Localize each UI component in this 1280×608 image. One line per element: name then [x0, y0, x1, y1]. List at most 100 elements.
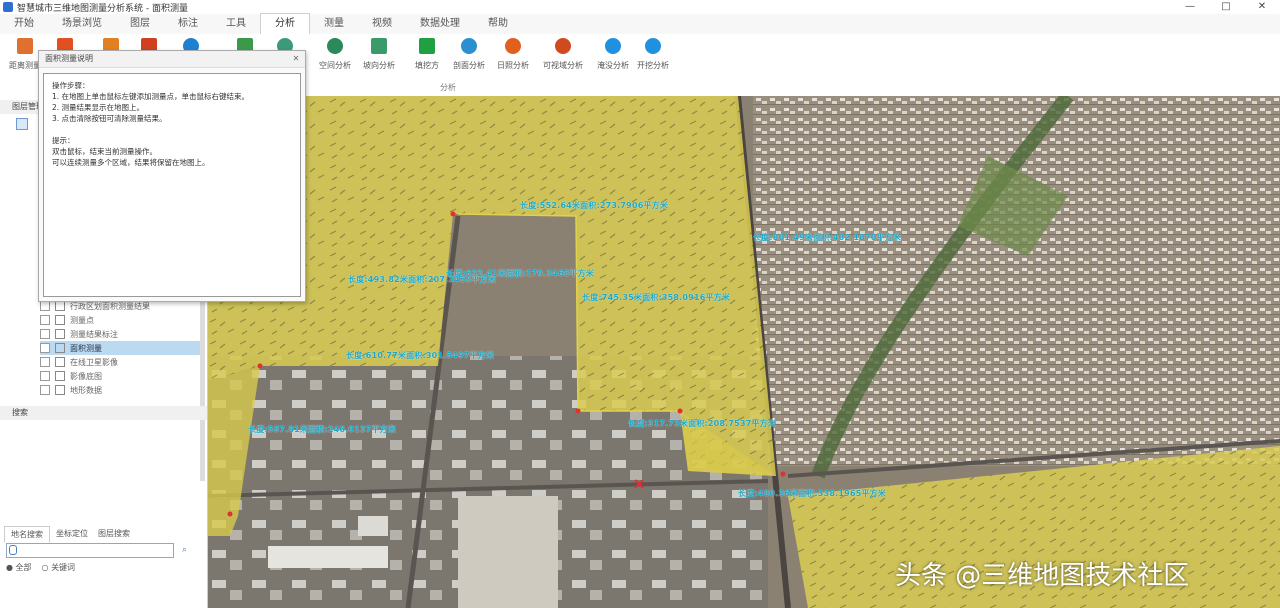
- tab-9[interactable]: 帮助: [474, 14, 522, 34]
- layer-tree-root-icon[interactable]: [16, 118, 28, 130]
- dialog-close-icon[interactable]: ✕: [291, 54, 301, 64]
- ribbon-group-label: 分析: [440, 83, 456, 92]
- dialog-line: 1. 在地图上单击鼠标左键添加测量点，单击鼠标右键结束。: [52, 92, 250, 101]
- tab-3[interactable]: 标注: [164, 14, 212, 34]
- search-input[interactable]: [6, 543, 174, 558]
- tab-2[interactable]: 图层: [116, 14, 164, 34]
- ribbon-button-label: 可视域分析: [543, 61, 583, 70]
- title-bar: 智慧城市三维地图测量分析系统 - 面积测量 — □ ✕: [0, 0, 1280, 14]
- measurement-label: 长度:610.77米面积:301.5497平方米: [346, 351, 495, 360]
- ribbon-button-10[interactable]: 剖面分析: [446, 38, 492, 71]
- layer-checkbox[interactable]: [40, 357, 50, 367]
- layer-item[interactable]: 测量结果标注: [40, 327, 200, 341]
- search-tab-2[interactable]: 图层搜索: [92, 526, 136, 541]
- profile-icon: [461, 38, 477, 54]
- layer-checkbox[interactable]: [40, 343, 50, 353]
- close-button[interactable]: ✕: [1244, 0, 1280, 14]
- layer-icon: [55, 343, 65, 353]
- flood-icon: [605, 38, 621, 54]
- layer-label: 面积测量: [70, 343, 102, 353]
- layer-item[interactable]: 测量点: [40, 313, 200, 327]
- ribbon-button-label: 开挖分析: [637, 61, 669, 70]
- ribbon-button-label: 填挖方: [415, 61, 439, 70]
- layer-icon: [55, 357, 65, 367]
- dialog-line: 双击鼠标，结束当前测量操作。: [52, 147, 157, 156]
- layer-icon: [55, 329, 65, 339]
- layer-icon: [55, 301, 65, 311]
- app-icon: [3, 2, 13, 12]
- ribbon-button-14[interactable]: 开挖分析: [630, 38, 676, 71]
- window-title: 智慧城市三维地图测量分析系统 - 面积测量: [17, 3, 188, 14]
- tab-0[interactable]: 开始: [0, 14, 48, 34]
- dialog-line: 2. 测量结果显示在地图上。: [52, 103, 145, 112]
- ruler-icon: [17, 38, 33, 54]
- ribbon-button-11[interactable]: 日照分析: [490, 38, 536, 71]
- layer-item[interactable]: 影像底图: [40, 369, 200, 383]
- tab-1[interactable]: 场景浏览: [48, 14, 116, 34]
- layer-icon: [55, 315, 65, 325]
- cutfill-icon: [419, 38, 435, 54]
- search-tab-0[interactable]: 地名搜索: [4, 526, 50, 543]
- search-option-keyword[interactable]: ○ 关键词: [42, 562, 76, 573]
- layer-checkbox[interactable]: [40, 385, 50, 395]
- layer-checkbox[interactable]: [40, 315, 50, 325]
- layer-label: 测量点: [70, 315, 94, 325]
- layer-label: 测量结果标注: [70, 329, 118, 339]
- ribbon-button-8[interactable]: 坡向分析: [356, 38, 402, 71]
- search-options: ● 全部 ○ 关键词: [6, 562, 75, 573]
- window-controls: — □ ✕: [1172, 0, 1280, 14]
- tab-8[interactable]: 数据处理: [406, 14, 474, 34]
- layer-item[interactable]: 在线卫星影像: [40, 355, 200, 369]
- dialog-line: 3. 点击清除按钮可清除测量结果。: [52, 114, 167, 123]
- tab-5[interactable]: 分析: [260, 13, 310, 34]
- measurement-label: 长度:552.64米面积:273.7906平方米: [520, 201, 669, 210]
- layer-checkbox[interactable]: [40, 329, 50, 339]
- dialog-text-area: 操作步骤： 1. 在地图上单击鼠标左键添加测量点，单击鼠标右键结束。 2. 测量结果…: [43, 73, 301, 297]
- layer-label: 行政区划面积测量结果: [70, 301, 150, 311]
- maximize-button[interactable]: □: [1208, 0, 1244, 14]
- layer-scrollbar[interactable]: [200, 301, 205, 481]
- measurement-label: 长度:745.35米面积:358.0916平方米: [582, 293, 731, 302]
- tab-6[interactable]: 测量: [310, 14, 358, 34]
- layer-icon: [55, 385, 65, 395]
- layer-item[interactable]: 面积测量: [40, 341, 200, 355]
- search-panel-title: 搜索: [12, 408, 28, 417]
- tab-7[interactable]: 视频: [358, 14, 406, 34]
- map-view[interactable]: 长度:552.64米面积:273.7906平方米 长度:493.82米面积:207…: [208, 96, 1280, 608]
- search-panel-header: 搜索: [0, 406, 207, 420]
- measurement-label: 长度:317.73米面积:208.7537平方米: [628, 419, 777, 428]
- measurement-label: 长度:567.81米面积:246.0137平方米: [248, 425, 397, 434]
- layer-checkbox[interactable]: [40, 371, 50, 381]
- search-tab-1[interactable]: 坐标定位: [50, 526, 94, 541]
- ribbon-button-7[interactable]: 空间分析: [312, 38, 358, 71]
- watermark-text: 头条 @三维地图技术社区: [895, 561, 1190, 591]
- dialog-line: 提示：: [52, 136, 75, 145]
- search-pin-icon: [9, 545, 17, 555]
- layer-checkbox[interactable]: [40, 301, 50, 311]
- ribbon-button-label: 空间分析: [319, 61, 351, 70]
- ribbon-button-9[interactable]: 填挖方: [404, 38, 450, 71]
- ribbon-button-label: 剖面分析: [453, 61, 485, 70]
- minimize-button[interactable]: —: [1172, 0, 1208, 14]
- ribbon-tabs: 开始 场景浏览 图层 标注 工具 分析 测量 视频 数据处理 帮助: [0, 13, 1280, 34]
- layer-item[interactable]: 地形数据: [40, 383, 200, 397]
- search-icon[interactable]: ⌕: [182, 545, 187, 555]
- dialog-title: 面积测量说明: [39, 51, 305, 68]
- measure-help-dialog: 面积测量说明 ✕ 操作步骤： 1. 在地图上单击鼠标左键添加测量点，单击鼠标右键结…: [38, 50, 306, 302]
- measurement-label: 长度:480.36米面积:338.1965平方米: [738, 489, 887, 498]
- ribbon-button-label: 坡向分析: [363, 61, 395, 70]
- excavate-icon: [645, 38, 661, 54]
- measurement-label: 长度:632.41米面积:179.3468平方米: [446, 269, 595, 278]
- slope-icon: [371, 38, 387, 54]
- layer-label: 在线卫星影像: [70, 357, 118, 367]
- layer-icon: [55, 371, 65, 381]
- tab-4[interactable]: 工具: [212, 14, 260, 34]
- search-option-all[interactable]: ● 全部: [6, 562, 32, 573]
- sun-icon: [505, 38, 521, 54]
- view-icon: [555, 38, 571, 54]
- dialog-line: 操作步骤：: [52, 81, 90, 90]
- measurement-label: 长度:801.49米面积:402.1870平方米: [753, 233, 902, 242]
- dialog-line: 可以连续测量多个区域，结果将保留在地图上。: [52, 158, 210, 167]
- ribbon-button-12[interactable]: 可视域分析: [540, 38, 586, 71]
- ribbon-button-label: 日照分析: [497, 61, 529, 70]
